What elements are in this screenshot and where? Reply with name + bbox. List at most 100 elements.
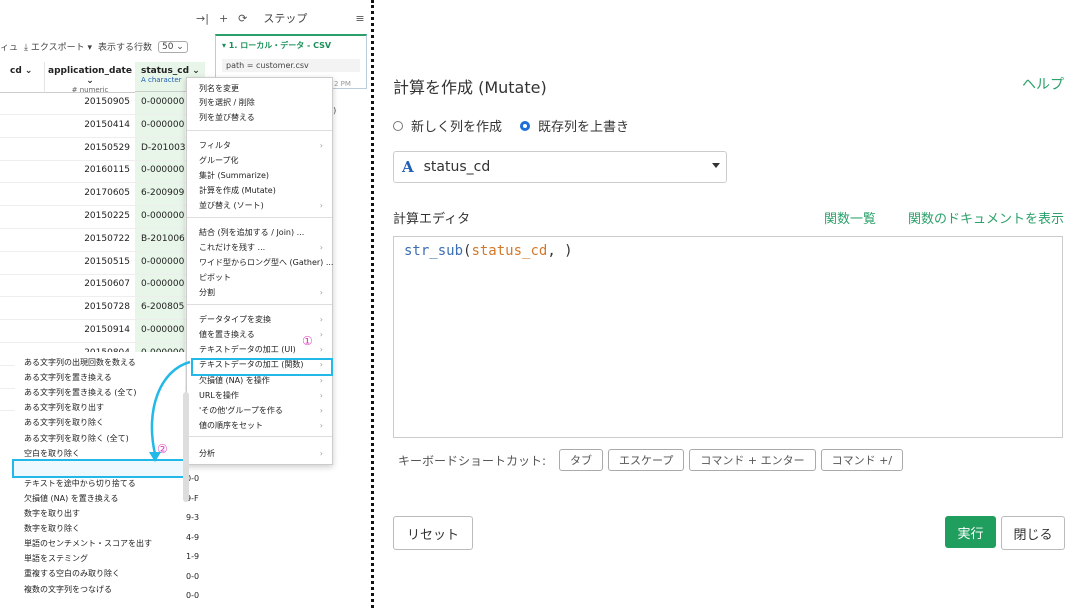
help-link[interactable]: ヘルプ <box>1022 74 1064 94</box>
radio-overwrite-label[interactable]: 既存列を上書き <box>538 116 629 135</box>
context-menu-item-label: これだけを残す ... <box>199 243 266 252</box>
context-menu-item[interactable]: 'その他'グループを作る › <box>199 404 327 418</box>
context-menu-item-label: 値の順序をセット <box>199 421 263 430</box>
context-menu-item[interactable]: 列を並び替える <box>199 111 327 125</box>
context-menu-item[interactable]: 並び替え (ソート) › <box>199 199 327 213</box>
context-menu-item-label: テキストデータの加工 (関数) <box>199 360 304 369</box>
date-cell: 20150515 <box>84 256 130 267</box>
rows-label: 表示する行数 <box>97 43 152 53</box>
chevron-right-icon: › <box>319 406 323 415</box>
export-button[interactable]: ⤓ エクスポート ▾ <box>24 40 92 53</box>
context-menu-item[interactable]: 列名を変更 <box>199 82 327 96</box>
close-button[interactable]: 閉じる <box>1001 516 1065 550</box>
context-menu-item[interactable]: ワイド型からロング型へ (Gather) ... <box>199 256 333 270</box>
chevron-right-icon: › <box>319 360 323 369</box>
radio-overwrite[interactable] <box>520 120 531 131</box>
code-function: str_sub <box>404 243 464 259</box>
column-header-application-date[interactable]: application_date ⌄ # numeric <box>44 62 135 94</box>
status-cell: 0-00000000 <box>135 211 185 221</box>
submenu-item[interactable]: 複数の文字列をつなげる <box>24 582 112 597</box>
status-tail-cell: 0-0 <box>186 571 200 581</box>
submenu-item[interactable]: 欠損値 (NA) を置き換える <box>24 491 119 506</box>
column-header-cd[interactable]: cd ⌄ <box>0 62 44 93</box>
collapse-icon[interactable]: →| <box>196 12 209 25</box>
refresh-icon[interactable]: ⟳ <box>238 12 247 25</box>
menu-separator <box>187 436 332 437</box>
submenu-item[interactable]: 重複する空白のみ取り除く <box>24 566 120 581</box>
rows-select[interactable]: 50 ⌄ <box>157 40 188 53</box>
column-name: status_cd ⌄ <box>141 66 200 76</box>
submenu-scrollbar[interactable] <box>183 392 189 502</box>
submenu-item[interactable]: 単語のセンチメント・スコアを出す <box>24 536 152 551</box>
code-argument: status_cd <box>471 243 548 259</box>
column-select[interactable]: A status_cd <box>393 151 727 183</box>
row-divider <box>0 319 212 321</box>
function-list-link[interactable]: 関数一覧 <box>824 208 876 227</box>
radio-new-column[interactable] <box>393 120 403 131</box>
status-cell: 0-00000000 <box>135 325 185 335</box>
context-menu-item[interactable]: 欠損値 (NA) を操作 › <box>199 374 327 388</box>
context-menu-item[interactable]: 計算を作成 (Mutate) <box>199 184 327 198</box>
chevron-right-icon: › <box>319 243 323 252</box>
shortcut-escape: エスケープ <box>608 449 685 471</box>
status-tail-cell: 1-9 <box>186 552 200 561</box>
status-cell: 0-00000000 <box>135 119 185 130</box>
code-editor[interactable]: str_sub(status_cd, ) <box>393 236 1063 438</box>
context-menu-item-label: 分析 <box>199 449 215 458</box>
add-icon[interactable]: + <box>219 12 228 25</box>
row-divider <box>0 205 212 207</box>
step-title: ▾ 1. ローカル・データ - CSV <box>222 41 332 50</box>
text-function-submenu: ある文字列の出現回数を数える ある文字列を置き換える ある文字列を置き換える (全て… <box>15 352 185 608</box>
menu-separator <box>187 304 332 305</box>
keyboard-shortcuts: キーボードショートカット: タブ エスケープ コマンド + エンター コマンド … <box>398 449 904 471</box>
context-menu-item-label: 列名を変更 <box>199 84 239 93</box>
context-menu-item[interactable]: 結合 (列を追加する / Join) ... <box>199 226 327 240</box>
context-menu-item[interactable]: テキストデータの加工 (関数) › <box>199 358 327 372</box>
column-name: application_date ⌄ <box>48 66 132 86</box>
context-menu-item[interactable]: 値の順序をセット › <box>199 419 327 433</box>
context-menu-item[interactable]: これだけを残す ... › <box>199 241 327 255</box>
context-menu-item[interactable]: データタイプを変換 › <box>199 313 327 327</box>
context-menu-item[interactable]: 分割 › <box>199 286 327 300</box>
status-cell: D-2010032 <box>135 142 185 153</box>
table-toolbar: ィュ ⤓ エクスポート ▾ 表示する行数 50 ⌄ <box>0 40 212 53</box>
radio-new-column-label[interactable]: 新しく列を作成 <box>411 116 502 135</box>
chevron-right-icon: › <box>319 345 323 354</box>
chevron-right-icon: › <box>319 141 323 150</box>
status-tail-cell: 0-0 <box>186 591 200 600</box>
date-cell: 20150905 <box>84 97 130 107</box>
submenu-item[interactable]: ある文字列を取り出す <box>24 400 104 415</box>
context-menu-item[interactable]: 集計 (Summarize) <box>199 169 327 183</box>
chevron-right-icon: › <box>319 315 323 324</box>
context-menu-item[interactable]: URLを操作 › <box>199 389 327 403</box>
steps-menu-icon[interactable]: ≡ <box>355 12 364 25</box>
context-menu: 列名を変更列を選択 / 削除 列を並び替えるフィルタ › グループ化集計 (Summa… <box>186 77 333 465</box>
context-menu-item[interactable]: 列を選択 / 削除 <box>199 96 327 110</box>
submenu-item[interactable]: テキストを途中から切り捨てる <box>24 476 136 491</box>
context-menu-item[interactable]: ピボット <box>199 271 327 285</box>
submenu-item[interactable]: ある文字列を置き換える <box>24 370 112 385</box>
submenu-item[interactable]: 単語をステミング <box>24 551 88 566</box>
submenu-item[interactable]: ある文字列を置き換える (全て) <box>24 385 137 400</box>
submenu-item[interactable]: ある文字列の出現回数を数える <box>24 355 136 370</box>
run-button[interactable]: 実行 <box>945 516 996 548</box>
row-divider <box>0 228 212 229</box>
context-menu-item-label: 集計 (Summarize) <box>199 171 270 180</box>
status-cell: 0-00000000 <box>135 279 185 290</box>
context-menu-item[interactable]: 分析 › <box>199 447 327 461</box>
submenu-item[interactable]: 数字を取り出す <box>24 506 80 521</box>
context-menu-item-label: 結合 (列を追加する / Join) ... <box>199 228 305 237</box>
context-menu-item-label: テキストデータの加工 (UI) <box>199 345 296 354</box>
function-docs-link[interactable]: 関数のドキュメントを表示 <box>908 208 1064 227</box>
date-cell: 20150225 <box>84 211 130 221</box>
context-menu-item-label: URLを操作 <box>199 391 239 400</box>
chevron-right-icon: › <box>319 421 323 430</box>
context-menu-item[interactable]: フィルタ › <box>199 139 327 153</box>
context-menu-item-label: 並び替え (ソート) <box>199 201 264 210</box>
reset-button[interactable]: リセット <box>393 516 473 550</box>
context-menu-item-label: フィルタ <box>199 141 231 150</box>
submenu-item[interactable]: ある文字列を取り除く <box>24 415 104 430</box>
submenu-item[interactable]: 数字を取り除く <box>24 521 80 536</box>
submenu-item[interactable]: ある文字列を取り除く (全て) <box>24 431 129 446</box>
context-menu-item[interactable]: グループ化 <box>199 154 327 168</box>
